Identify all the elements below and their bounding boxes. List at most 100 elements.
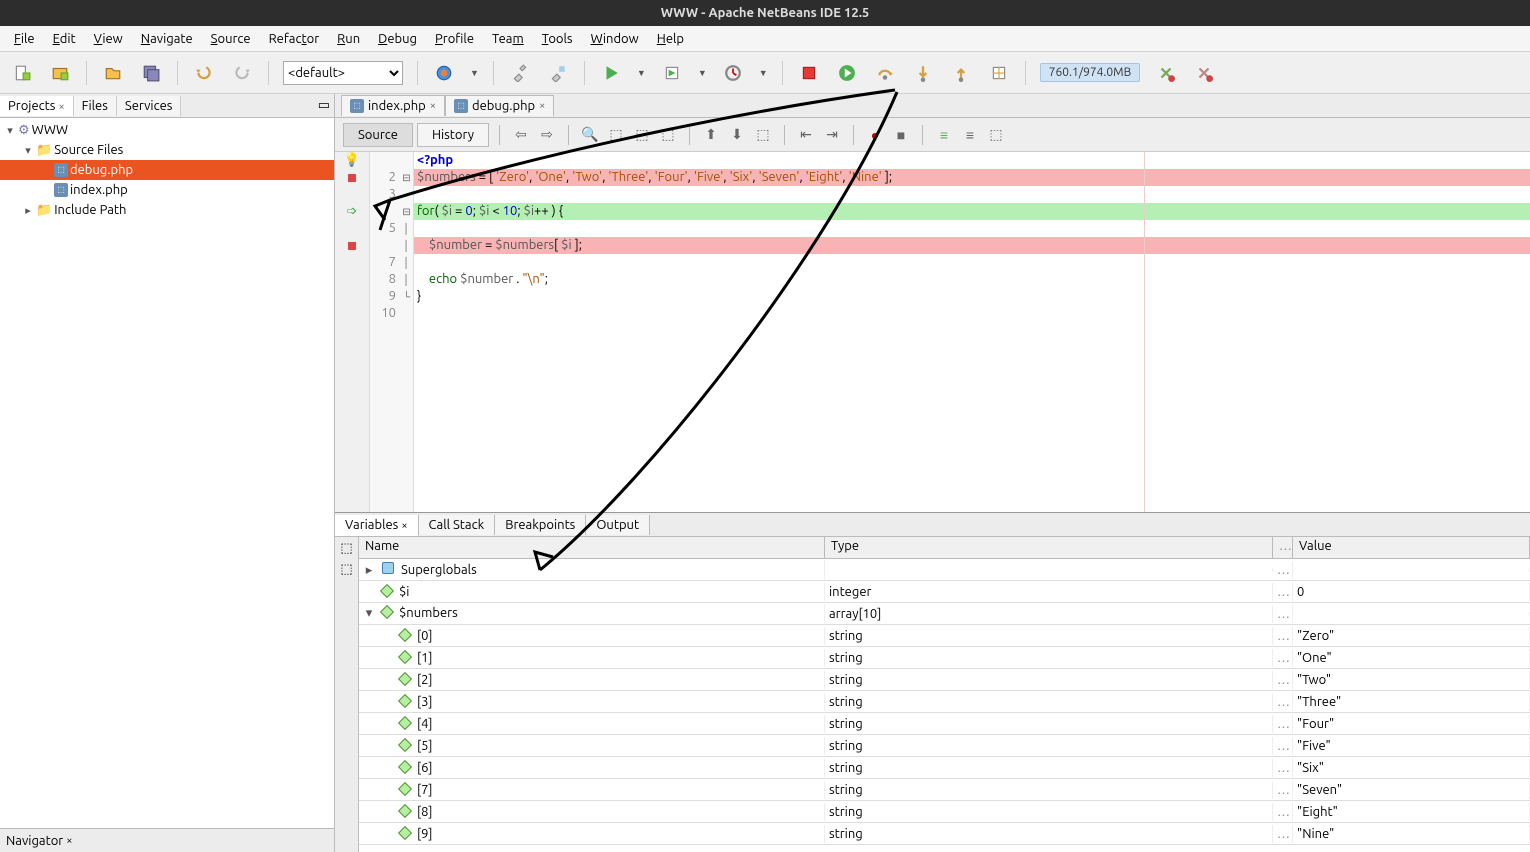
menu-source[interactable]: Source — [203, 30, 259, 48]
menu-team[interactable]: Team — [484, 30, 532, 48]
tab-breakpoints[interactable]: Breakpoints — [495, 515, 586, 535]
close-icon[interactable]: × — [66, 835, 72, 847]
source-tab[interactable]: Source — [343, 123, 413, 147]
menu-view[interactable]: View — [86, 30, 131, 48]
step-into-icon[interactable] — [911, 61, 935, 85]
gc-icon[interactable] — [1154, 61, 1178, 85]
variable-row[interactable]: $iinteger…0 — [359, 581, 1530, 603]
navigator-panel[interactable]: Navigator× — [0, 828, 334, 852]
undo-icon[interactable] — [192, 61, 216, 85]
tree-file-index[interactable]: ⬚index.php — [0, 180, 334, 200]
variable-row[interactable]: ▸ Superglobals… — [359, 559, 1530, 581]
new-file-icon[interactable] — [10, 61, 34, 85]
nav-back-icon[interactable]: ⇦ — [510, 124, 532, 146]
new-project-icon[interactable] — [48, 61, 72, 85]
menu-navigate[interactable]: Navigate — [133, 30, 201, 48]
redo-icon[interactable] — [230, 61, 254, 85]
watch-add-icon[interactable]: ⬚ — [340, 541, 352, 556]
fold-gutter[interactable]: ⊟⊟││││└ — [400, 152, 414, 512]
dropdown-icon[interactable]: ▼ — [759, 68, 768, 78]
tab-callstack[interactable]: Call Stack — [419, 515, 496, 535]
tab-files[interactable]: Files — [74, 96, 117, 116]
config-select[interactable]: <default> — [283, 61, 403, 85]
history-tab[interactable]: History — [417, 123, 489, 147]
menu-file[interactable]: File — [6, 30, 43, 48]
minimize-icon[interactable]: ▭ — [318, 98, 330, 113]
code-editor[interactable]: 💡 ➩ 23578910 ⊟⊟││││└ — [335, 152, 1530, 512]
run-icon[interactable] — [599, 61, 623, 85]
menu-tools[interactable]: Tools — [534, 30, 581, 48]
variable-row[interactable]: [7]string…"Seven" — [359, 779, 1530, 801]
memory-indicator[interactable]: 760.1/974.0MB — [1040, 63, 1141, 82]
tab-variables[interactable]: Variables× — [335, 515, 419, 536]
clean-build-icon[interactable] — [546, 61, 570, 85]
bookmark-next-icon[interactable]: ⬇ — [726, 124, 748, 146]
close-icon[interactable]: × — [539, 100, 545, 112]
variable-row[interactable]: [9]string…"Nine" — [359, 823, 1530, 845]
macro-record-icon[interactable]: ● — [864, 124, 886, 146]
continue-icon[interactable] — [835, 61, 859, 85]
variable-row[interactable]: [8]string…"Eight" — [359, 801, 1530, 823]
variable-row[interactable]: [0]string…"Zero" — [359, 625, 1530, 647]
comment-icon[interactable]: ≡ — [933, 124, 955, 146]
find-icon[interactable]: 🔍 — [579, 124, 601, 146]
settings-icon[interactable] — [1192, 61, 1216, 85]
highlight-icon[interactable]: ⬚ — [657, 124, 679, 146]
run-to-cursor-icon[interactable] — [987, 61, 1011, 85]
menu-help[interactable]: Help — [649, 30, 692, 48]
dropdown-icon[interactable]: ▼ — [470, 68, 479, 78]
debug-project-icon[interactable] — [660, 61, 684, 85]
dropdown-icon[interactable]: ▼ — [698, 68, 707, 78]
menu-window[interactable]: Window — [583, 30, 647, 48]
tab-debug[interactable]: ⬚debug.php× — [445, 95, 554, 116]
find-next-icon[interactable]: ⬚ — [631, 124, 653, 146]
find-prev-icon[interactable]: ⬚ — [605, 124, 627, 146]
menu-run[interactable]: Run — [329, 30, 368, 48]
col-value[interactable]: Value — [1293, 537, 1530, 558]
menu-refactor[interactable]: Refactor — [261, 30, 328, 48]
variable-row[interactable]: ▾ $numbersarray[10]… — [359, 603, 1530, 625]
more-icon[interactable]: ⬚ — [985, 124, 1007, 146]
stop-debug-icon[interactable] — [797, 61, 821, 85]
col-name[interactable]: Name — [359, 537, 825, 558]
shift-left-icon[interactable]: ⇤ — [795, 124, 817, 146]
menu-debug[interactable]: Debug — [370, 30, 425, 48]
step-out-icon[interactable] — [949, 61, 973, 85]
tree-folder-source[interactable]: ▾📁Source Files — [0, 140, 334, 160]
save-all-icon[interactable] — [139, 61, 163, 85]
browser-icon[interactable] — [432, 61, 456, 85]
close-icon[interactable]: × — [401, 520, 407, 532]
tree-root[interactable]: ▾⚙WWW — [0, 120, 334, 140]
profile-icon[interactable] — [721, 61, 745, 85]
tab-projects[interactable]: Projects× — [0, 96, 74, 116]
close-icon[interactable]: × — [430, 100, 436, 112]
macro-stop-icon[interactable]: ■ — [890, 124, 912, 146]
menu-edit[interactable]: Edit — [45, 30, 84, 48]
col-type[interactable]: Type — [825, 537, 1273, 558]
watch-refresh-icon[interactable]: ⬚ — [340, 562, 352, 577]
tab-index[interactable]: ⬚index.php× — [341, 95, 445, 116]
variable-row[interactable]: [5]string…"Five" — [359, 735, 1530, 757]
close-icon[interactable]: × — [58, 101, 64, 113]
variable-row[interactable]: [6]string…"Six" — [359, 757, 1530, 779]
variable-row[interactable]: [4]string…"Four" — [359, 713, 1530, 735]
tab-output[interactable]: Output — [586, 515, 650, 535]
tree-folder-include[interactable]: ▸📁Include Path — [0, 200, 334, 220]
menu-profile[interactable]: Profile — [427, 30, 482, 48]
code-area[interactable]: <?php $numbers = [ 'Zero', 'One', 'Two',… — [414, 152, 1530, 512]
bookmark-toggle-icon[interactable]: ⬚ — [752, 124, 774, 146]
variable-row[interactable]: [3]string…"Three" — [359, 691, 1530, 713]
bookmark-prev-icon[interactable]: ⬆ — [700, 124, 722, 146]
tab-services[interactable]: Services — [117, 96, 182, 116]
tree-file-debug[interactable]: ⬚debug.php — [0, 160, 334, 180]
variables-table[interactable]: Name Type … Value ▸ Superglobals… $iinte… — [359, 537, 1530, 852]
step-over-icon[interactable] — [873, 61, 897, 85]
open-project-icon[interactable] — [101, 61, 125, 85]
nav-fwd-icon[interactable]: ⇨ — [536, 124, 558, 146]
dropdown-icon[interactable]: ▼ — [637, 68, 646, 78]
uncomment-icon[interactable]: ≡ — [959, 124, 981, 146]
build-icon[interactable] — [508, 61, 532, 85]
variable-row[interactable]: [1]string…"One" — [359, 647, 1530, 669]
variable-row[interactable]: [2]string…"Two" — [359, 669, 1530, 691]
shift-right-icon[interactable]: ⇥ — [821, 124, 843, 146]
